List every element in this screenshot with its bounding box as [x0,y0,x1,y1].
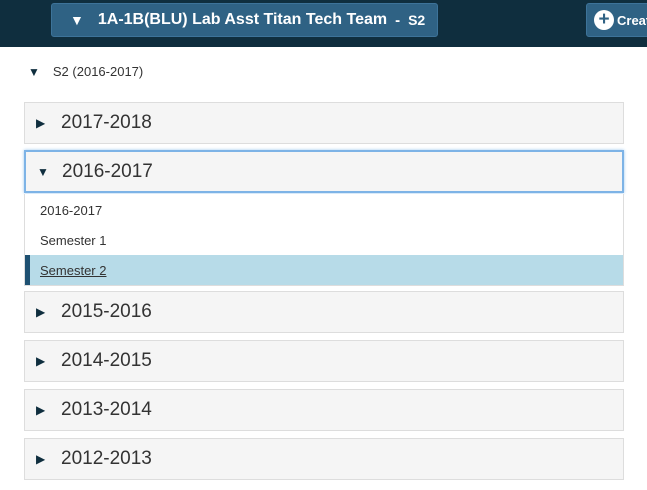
current-term-toggle[interactable]: ▼ S2 (2016-2017) [28,64,143,79]
year-panel-title: 2016-2017 [62,160,153,182]
triangle-right-icon: ▶ [36,305,46,319]
term-item-semester-2[interactable]: Semester 2 [25,255,623,285]
triangle-right-icon: ▶ [36,452,46,466]
year-panel-2016-2017[interactable]: ▼ 2016-2017 [24,150,624,193]
term-list-2016-2017: 2016-2017 Semester 1 Semester 2 [24,194,624,286]
course-name: 1A-1B(BLU) Lab Asst Titan Tech Team [97,11,388,28]
year-panel-2017-2018[interactable]: ▶ 2017-2018 [24,102,624,144]
course-term-separator: - [395,11,401,29]
term-item-semester-1[interactable]: Semester 1 [25,225,623,255]
triangle-down-icon: ▼ [70,12,84,28]
term-item-label: Semester 2 [40,262,107,278]
year-panel-title: 2017-2018 [61,112,152,133]
create-button-label: Creat [617,12,647,28]
triangle-down-icon: ▼ [28,64,40,79]
create-button[interactable]: + Creat [586,3,647,37]
top-bar: ▼ 1A-1B(BLU) Lab Asst Titan Tech Team - … [0,0,647,47]
term-item-full-year[interactable]: 2016-2017 [25,195,623,225]
year-panel-title: 2014-2015 [61,350,152,371]
year-panel-title: 2012-2013 [61,448,152,469]
triangle-right-icon: ▶ [36,354,46,368]
triangle-right-icon: ▶ [36,403,46,417]
year-panel-2014-2015[interactable]: ▶ 2014-2015 [24,340,624,382]
triangle-right-icon: ▶ [36,116,46,130]
year-panel-2012-2013[interactable]: ▶ 2012-2013 [24,438,624,480]
current-term-label: S2 (2016-2017) [52,64,144,79]
plus-circle-icon: + [594,10,614,30]
year-panel-2013-2014[interactable]: ▶ 2013-2014 [24,389,624,431]
term-item-label: 2016-2017 [40,202,103,218]
year-panel-title: 2015-2016 [61,301,152,322]
course-term: S2 [408,12,426,28]
course-switcher-button[interactable]: ▼ 1A-1B(BLU) Lab Asst Titan Tech Team - … [51,3,438,37]
term-item-label: Semester 1 [40,232,107,248]
year-panel-2015-2016[interactable]: ▶ 2015-2016 [24,291,624,333]
triangle-down-icon: ▼ [37,164,49,179]
year-panel-title: 2013-2014 [61,399,152,420]
